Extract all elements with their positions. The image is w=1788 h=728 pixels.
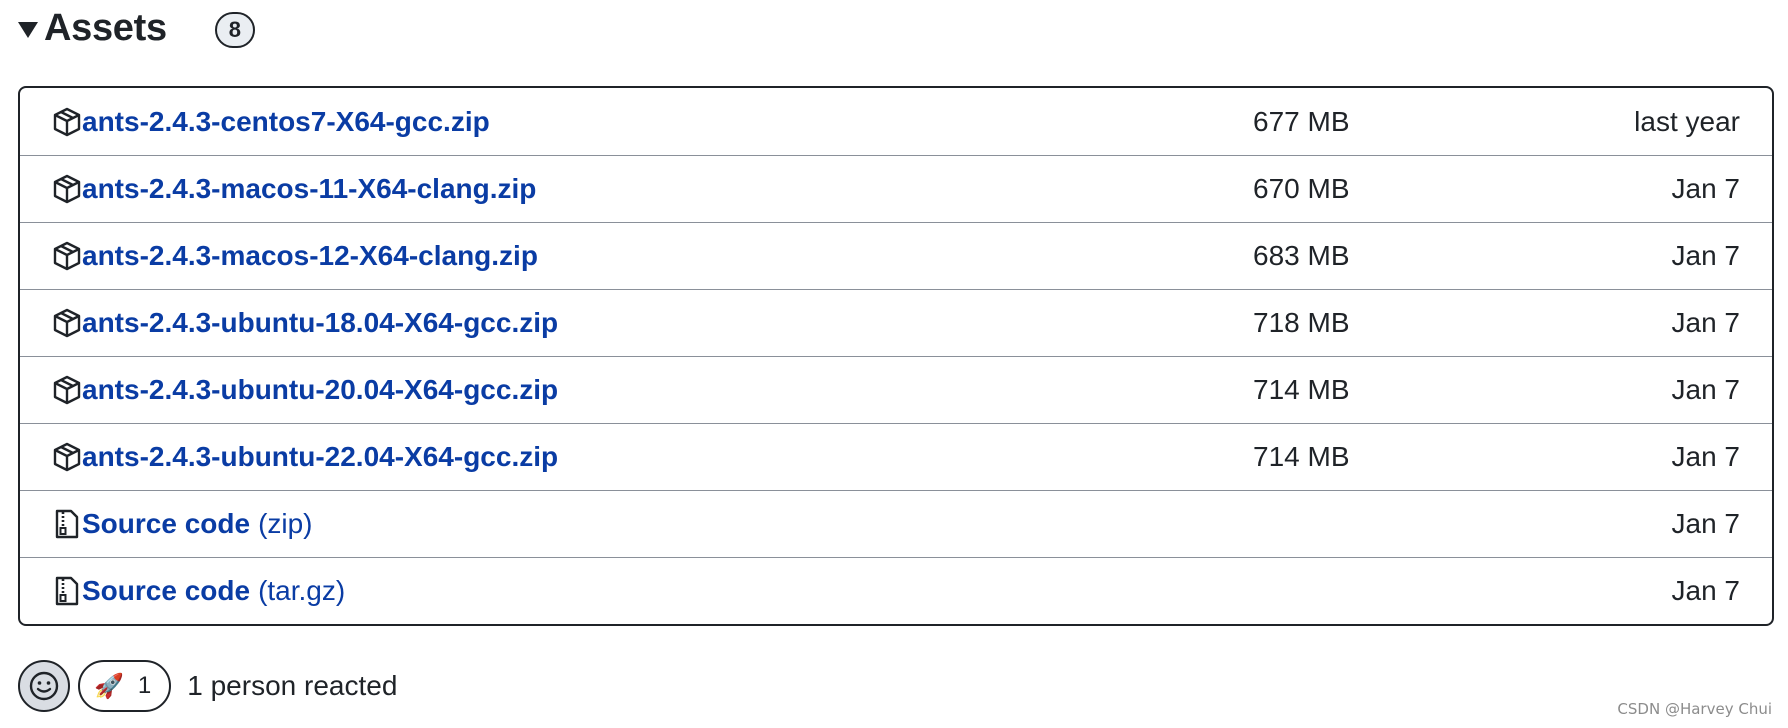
asset-link[interactable]: ants-2.4.3-ubuntu-22.04-X64-gcc.zip (82, 441, 558, 473)
asset-main: ants-2.4.3-macos-11-X64-clang.zip (52, 156, 536, 222)
package-icon (52, 107, 82, 137)
asset-row: Source code (zip) Jan 7 (20, 490, 1772, 557)
asset-link-label: Source code (82, 508, 251, 539)
asset-row: ants-2.4.3-ubuntu-22.04-X64-gcc.zip 714 … (20, 423, 1772, 490)
asset-row: ants-2.4.3-macos-11-X64-clang.zip 670 MB… (20, 155, 1772, 222)
reactions-bar: 🚀 1 1 person reacted (18, 660, 397, 712)
asset-link[interactable]: ants-2.4.3-macos-11-X64-clang.zip (82, 173, 536, 205)
asset-row: Source code (tar.gz) Jan 7 (20, 557, 1772, 624)
asset-size: 677 MB (1253, 105, 1350, 137)
asset-main: Source code (tar.gz) (52, 558, 345, 624)
asset-link-suffix: (tar.gz) (258, 575, 346, 606)
asset-size: 670 MB (1253, 173, 1350, 204)
file-zip-icon (52, 509, 82, 539)
asset-date: last year (1634, 105, 1740, 137)
asset-main: ants-2.4.3-ubuntu-20.04-X64-gcc.zip (52, 357, 558, 423)
file-zip-icon (52, 576, 82, 606)
package-icon (52, 241, 82, 271)
rocket-reaction-count: 1 (137, 672, 152, 699)
caret-down-icon (18, 22, 38, 38)
assets-count-badge: 8 (214, 12, 255, 48)
asset-link[interactable]: ants-2.4.3-ubuntu-20.04-X64-gcc.zip (82, 374, 558, 406)
asset-size: 718 MB (1253, 307, 1350, 338)
asset-main: ants-2.4.3-ubuntu-18.04-X64-gcc.zip (52, 290, 558, 356)
asset-row: ants-2.4.3-macos-12-X64-clang.zip 683 MB… (20, 222, 1772, 289)
package-icon (52, 375, 82, 405)
assets-header: Assets 8 (18, 0, 255, 56)
asset-link[interactable]: ants-2.4.3-ubuntu-18.04-X64-gcc.zip (82, 307, 558, 339)
asset-main: Source code (zip) (52, 491, 313, 557)
asset-link-label: Source code (82, 575, 251, 606)
asset-size: 714 MB (1253, 374, 1350, 405)
asset-link[interactable]: ants-2.4.3-centos7-X64-gcc.zip (82, 106, 490, 138)
asset-size: 714 MB (1253, 441, 1350, 472)
asset-date: Jan 7 (1671, 441, 1741, 472)
asset-size: 683 MB (1253, 240, 1350, 271)
asset-link-suffix: (zip) (258, 508, 313, 539)
smiley-icon (29, 671, 59, 701)
rocket-reaction-button[interactable]: 🚀 1 (78, 660, 172, 712)
asset-row: ants-2.4.3-ubuntu-20.04-X64-gcc.zip 714 … (20, 356, 1772, 423)
asset-date: Jan 7 (1671, 240, 1741, 271)
rocket-emoji: 🚀 (94, 672, 124, 700)
source-code-zip-link[interactable]: Source code (zip) (82, 508, 313, 540)
assets-toggle[interactable]: Assets (18, 7, 167, 50)
asset-date: Jan 7 (1671, 508, 1741, 539)
watermark: CSDN @Harvey Chui (1617, 700, 1772, 718)
asset-date: Jan 7 (1671, 307, 1741, 338)
asset-main: ants-2.4.3-centos7-X64-gcc.zip (52, 88, 490, 155)
asset-link[interactable]: ants-2.4.3-macos-12-X64-clang.zip (82, 240, 538, 272)
reactions-summary: 1 person reacted (187, 670, 398, 701)
asset-row: ants-2.4.3-centos7-X64-gcc.zip 677 MB la… (20, 88, 1772, 155)
assets-title: Assets (44, 6, 167, 49)
add-reaction-button[interactable] (18, 660, 70, 712)
asset-main: ants-2.4.3-macos-12-X64-clang.zip (52, 223, 538, 289)
assets-list: ants-2.4.3-centos7-X64-gcc.zip 677 MB la… (18, 86, 1774, 626)
asset-date: Jan 7 (1671, 575, 1741, 606)
asset-date: Jan 7 (1671, 374, 1741, 405)
asset-date: Jan 7 (1671, 173, 1741, 204)
package-icon (52, 442, 82, 472)
source-code-targz-link[interactable]: Source code (tar.gz) (82, 575, 345, 607)
package-icon (52, 174, 82, 204)
asset-main: ants-2.4.3-ubuntu-22.04-X64-gcc.zip (52, 424, 558, 490)
asset-row: ants-2.4.3-ubuntu-18.04-X64-gcc.zip 718 … (20, 289, 1772, 356)
package-icon (52, 308, 82, 338)
